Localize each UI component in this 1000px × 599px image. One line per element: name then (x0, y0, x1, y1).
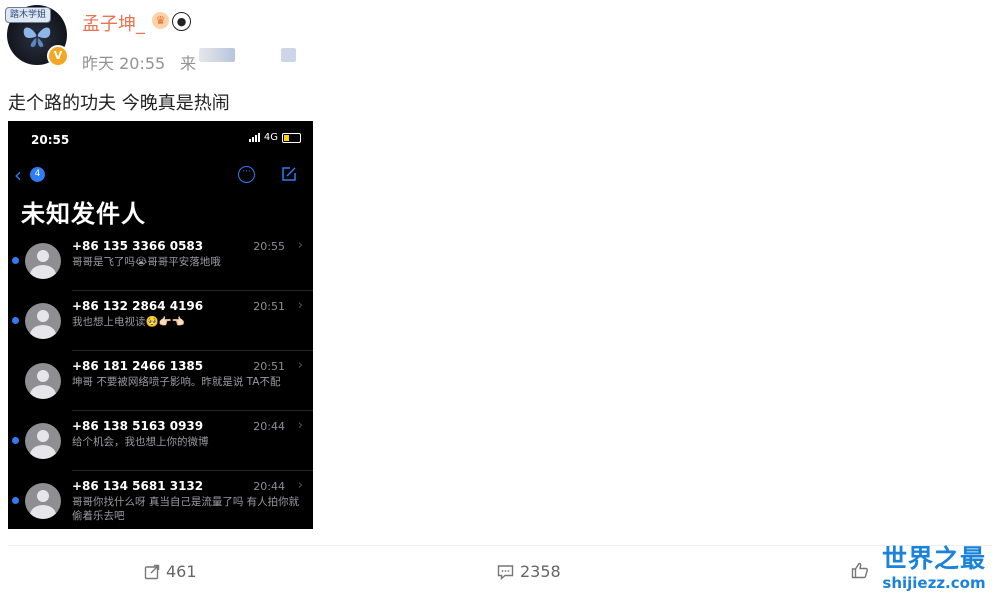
unread-dot (12, 497, 19, 504)
watermark-logo: 世界之最 shijiezz.com (873, 544, 995, 594)
message-row: +86 138 5163 0939 20:44 › 给个机会，我也想上你的微博 (8, 413, 313, 471)
avatar-badge: 踏木学姐 (5, 7, 52, 23)
user-avatar[interactable]: 踏木学姐 V (5, 5, 69, 67)
phone-status-bar: 4G (248, 132, 301, 143)
chevron-right-icon: › (297, 418, 303, 433)
watermark-en: shijiezz.com (882, 574, 986, 592)
message-preview: 哥哥你找什么呀 真当自己是流量了吗 有人拍你就偷着乐去吧 (72, 496, 300, 522)
chevron-right-icon: › (297, 358, 303, 373)
row-divider (72, 410, 313, 411)
verified-badge-icon: V (47, 45, 69, 67)
message-sender: +86 135 3366 0583 (72, 239, 204, 253)
message-sender: +86 138 5163 0939 (72, 419, 204, 433)
contact-avatar-icon (25, 303, 61, 339)
back-count-badge: 4 (30, 167, 45, 182)
watermark-cn: 世界之最 (881, 544, 986, 573)
contact-avatar-icon (25, 363, 61, 399)
like-button[interactable] (851, 562, 869, 579)
compose-icon (282, 167, 296, 181)
unread-dot (12, 437, 19, 444)
message-sender: +86 134 5681 3132 (72, 479, 204, 493)
post-text: 走个路的功夫 今晚真是热闹 (8, 93, 230, 114)
message-row: +86 132 2864 4196 20:51 › 我也想上电视读🥺👉🏻👈🏻 (8, 293, 313, 351)
username-link[interactable]: 孟子坤_ (82, 10, 145, 36)
message-time: 20:51 (253, 360, 285, 373)
message-preview: 坤哥 不要被网络喷子影响。昨就是说 TA不配 (72, 376, 281, 388)
comment-count: 2358 (520, 562, 561, 581)
blurred-mark (281, 48, 296, 62)
message-preview: 哥哥是飞了吗😭哥哥平安落地哦 (72, 256, 221, 268)
chevron-right-icon: › (297, 298, 303, 313)
contact-avatar-icon (25, 423, 61, 459)
message-sender: +86 132 2864 4196 (72, 299, 204, 313)
message-time: 20:51 (253, 300, 285, 313)
unread-dot (12, 257, 19, 264)
battery-icon (282, 132, 301, 143)
thumbs-up-icon (851, 562, 868, 579)
phone-title: 未知发件人 (21, 200, 146, 228)
signal-icon (248, 133, 260, 142)
phone-status-time: 20:55 (31, 133, 70, 147)
row-divider (72, 350, 313, 351)
row-divider (72, 290, 313, 291)
comment-button[interactable]: 2358 (497, 562, 561, 581)
repost-count: 461 (166, 562, 197, 581)
repost-icon (144, 564, 160, 579)
post-image[interactable]: 20:55 4G ‹ 4 ··· 未知发件人 +86 135 3366 0583… (8, 121, 313, 529)
message-time: 20:44 (253, 480, 285, 493)
network-label: 4G (263, 132, 278, 143)
message-preview: 给个机会，我也想上你的微博 (72, 436, 209, 448)
message-time: 20:44 (253, 420, 285, 433)
butterfly-icon (23, 27, 51, 47)
contact-avatar-icon (25, 243, 61, 279)
message-preview: 我也想上电视读🥺👉🏻👈🏻 (72, 316, 185, 328)
message-row: +86 135 3366 0583 20:55 › 哥哥是飞了吗😭哥哥平安落地哦 (8, 233, 313, 291)
crown-badge-icon[interactable]: ♛ (152, 12, 169, 29)
panda-badge-icon[interactable]: ● (172, 12, 191, 31)
contact-avatar-icon (25, 483, 61, 519)
back-chevron-icon: ‹ (14, 163, 22, 187)
repost-button[interactable]: 461 (144, 562, 197, 581)
unread-dot (12, 317, 19, 324)
chevron-right-icon: › (297, 478, 303, 493)
message-row: +86 181 2466 1385 20:51 › 坤哥 不要被网络喷子影响。昨就是说… (8, 353, 313, 411)
row-divider (72, 470, 313, 471)
message-row: +86 134 5681 3132 20:44 › 哥哥你找什么呀 真当自己是流量了吗… (8, 473, 313, 529)
message-sender: +86 181 2466 1385 (72, 359, 204, 373)
chevron-right-icon: › (297, 238, 303, 253)
blurred-source (199, 48, 235, 62)
more-icon: ··· (238, 166, 255, 183)
message-time: 20:55 (253, 240, 285, 253)
divider (8, 545, 992, 546)
comment-icon (497, 564, 514, 580)
post-time[interactable]: 昨天 20:55 (82, 50, 165, 74)
post-source: 来 (180, 54, 197, 73)
